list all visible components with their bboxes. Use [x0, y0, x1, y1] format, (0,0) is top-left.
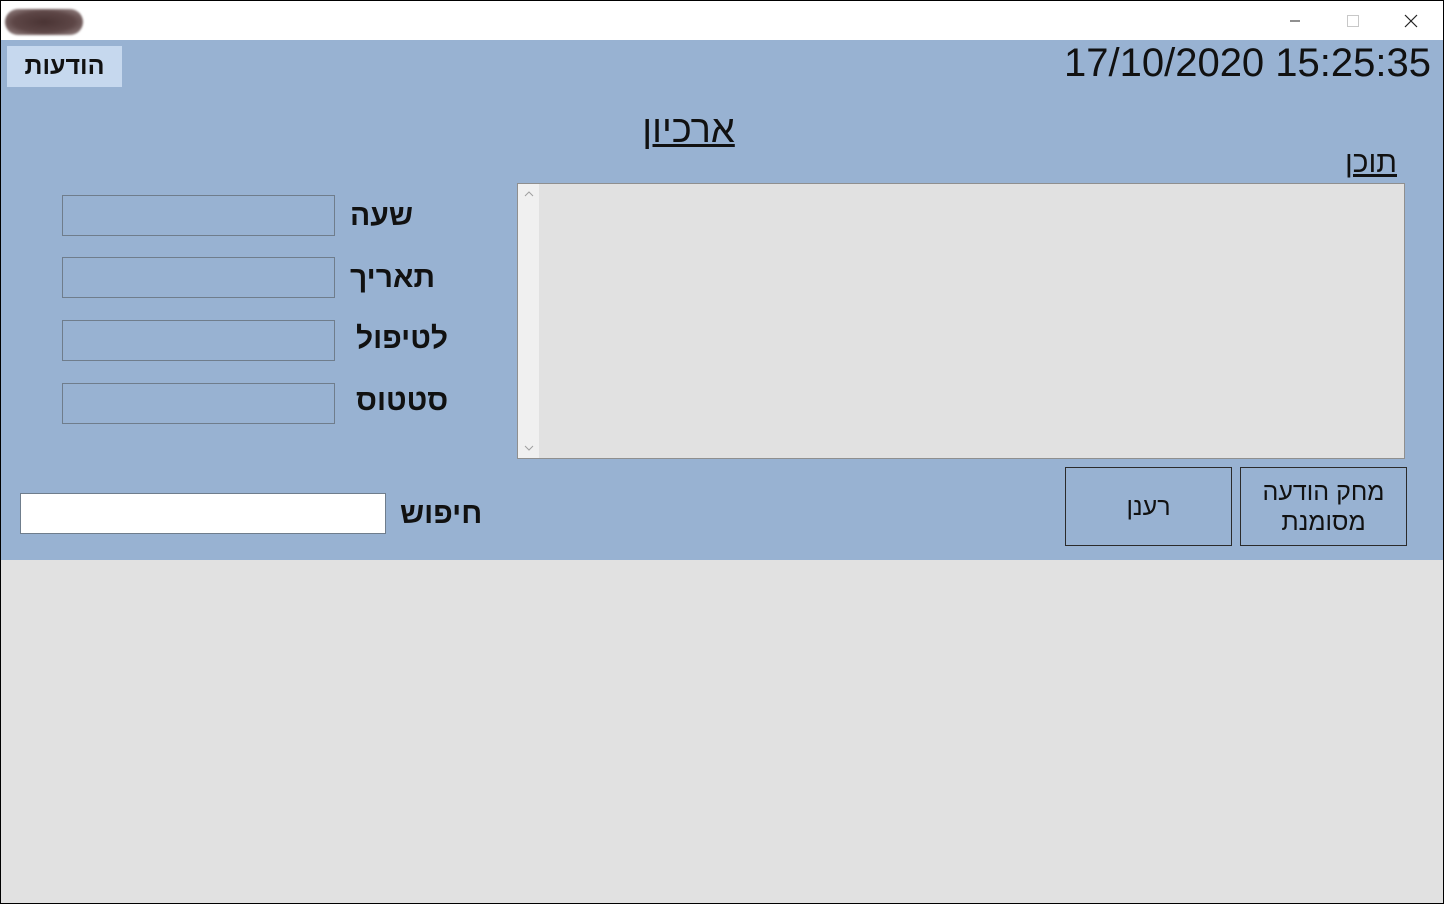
current-datetime: 17/10/2020 15:25:35 [1063, 41, 1431, 85]
status-field[interactable] [62, 383, 335, 424]
search-label: חיפוש [400, 497, 483, 530]
search-input[interactable] [20, 493, 386, 534]
maximize-icon [1347, 14, 1359, 27]
chevron-up-icon [524, 191, 533, 197]
archive-panel: הודעות 17/10/2020 15:25:35 ארכיון תוכן ש… [1, 40, 1443, 560]
close-icon [1404, 14, 1418, 27]
content-label: תוכן [1344, 146, 1397, 179]
scroll-up-button[interactable] [518, 184, 539, 204]
minimize-button[interactable] [1266, 1, 1324, 40]
maximize-button[interactable] [1324, 1, 1382, 40]
status-label: סטטוס [356, 384, 449, 417]
time-field[interactable] [62, 195, 335, 236]
title-bar[interactable] [1, 1, 1443, 40]
content-scrollbar[interactable] [518, 184, 539, 458]
app-icon [5, 9, 83, 35]
notifications-button[interactable]: הודעות [7, 46, 122, 87]
date-field[interactable] [62, 257, 335, 298]
handling-label: לטיפול [356, 322, 449, 355]
minimize-icon [1290, 20, 1300, 21]
messages-grid-area[interactable] [1, 560, 1443, 903]
close-button[interactable] [1382, 1, 1440, 40]
handling-field[interactable] [62, 320, 335, 361]
page-title: ארכיון [642, 109, 735, 151]
content-textarea[interactable] [517, 183, 1405, 459]
time-label: שעה [350, 199, 413, 232]
scroll-down-button[interactable] [518, 438, 539, 458]
refresh-button[interactable]: רענן [1065, 467, 1232, 546]
chevron-down-icon [524, 445, 533, 451]
app-window: הודעות 17/10/2020 15:25:35 ארכיון תוכן ש… [1, 1, 1443, 903]
delete-marked-message-button[interactable]: מחק הודעה מסומנת [1240, 467, 1407, 546]
date-label: תאריך [350, 261, 436, 294]
